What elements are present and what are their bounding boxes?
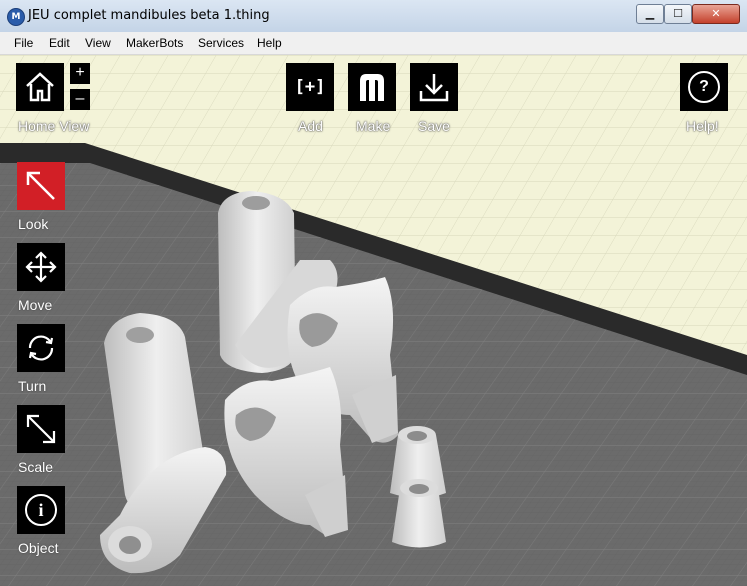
menu-file[interactable]: File: [14, 36, 33, 50]
maximize-button[interactable]: ☐: [664, 4, 692, 24]
add-button[interactable]: [+]: [286, 63, 334, 111]
scale-tool-button[interactable]: [17, 405, 65, 453]
home-view-label: Home View: [18, 118, 90, 134]
save-label: Save: [418, 118, 450, 134]
menu-makerbots[interactable]: MakerBots: [126, 36, 183, 50]
info-icon: i: [25, 494, 57, 526]
add-label: Add: [298, 118, 323, 134]
turn-tool-button[interactable]: [17, 324, 65, 372]
object-tool-button[interactable]: i: [17, 486, 65, 534]
menu-services[interactable]: Services: [198, 36, 244, 50]
home-view-button[interactable]: [16, 63, 64, 111]
menu-help[interactable]: Help: [257, 36, 282, 50]
look-arrow-icon: [26, 171, 55, 200]
turn-label: Turn: [18, 378, 47, 394]
menu-view[interactable]: View: [85, 36, 111, 50]
add-icon: [+]: [294, 77, 326, 97]
move-tool-button[interactable]: [17, 243, 65, 291]
make-button[interactable]: [348, 63, 396, 111]
model-part-cone-bottom[interactable]: [392, 479, 446, 548]
help-icon: ?: [688, 71, 720, 103]
menu-edit[interactable]: Edit: [49, 36, 70, 50]
title-bar[interactable]: M JEU complet mandibules beta 1.thing ▁ …: [0, 0, 747, 33]
scene-canvas: [0, 55, 747, 586]
move-arrows-icon: [25, 251, 57, 283]
menu-bar: File Edit View MakerBots Services Help: [0, 32, 747, 55]
window-title: JEU complet mandibules beta 1.thing: [28, 8, 270, 23]
makerbot-app-icon: M: [7, 8, 25, 26]
help-button[interactable]: ?: [680, 63, 728, 111]
minimize-button[interactable]: ▁: [636, 4, 664, 24]
make-label: Make: [356, 118, 391, 134]
zoom-in-button[interactable]: +: [70, 63, 90, 84]
object-label: Object: [18, 540, 59, 556]
zoom-out-button[interactable]: –: [70, 89, 90, 110]
download-icon: [419, 74, 449, 102]
scale-icon: [26, 414, 56, 444]
makerbot-m-icon: [360, 74, 384, 101]
rotate-icon: [28, 335, 54, 361]
look-label: Look: [18, 216, 49, 232]
close-button[interactable]: ✕: [692, 4, 740, 24]
scale-label: Scale: [18, 459, 54, 475]
look-tool-button[interactable]: [17, 162, 65, 210]
3d-viewport[interactable]: + – Home View [+] Add Make Save ? Help! …: [0, 55, 747, 586]
home-icon: [26, 72, 54, 102]
save-button[interactable]: [410, 63, 458, 111]
move-label: Move: [18, 297, 53, 313]
help-label: Help!: [686, 118, 719, 134]
